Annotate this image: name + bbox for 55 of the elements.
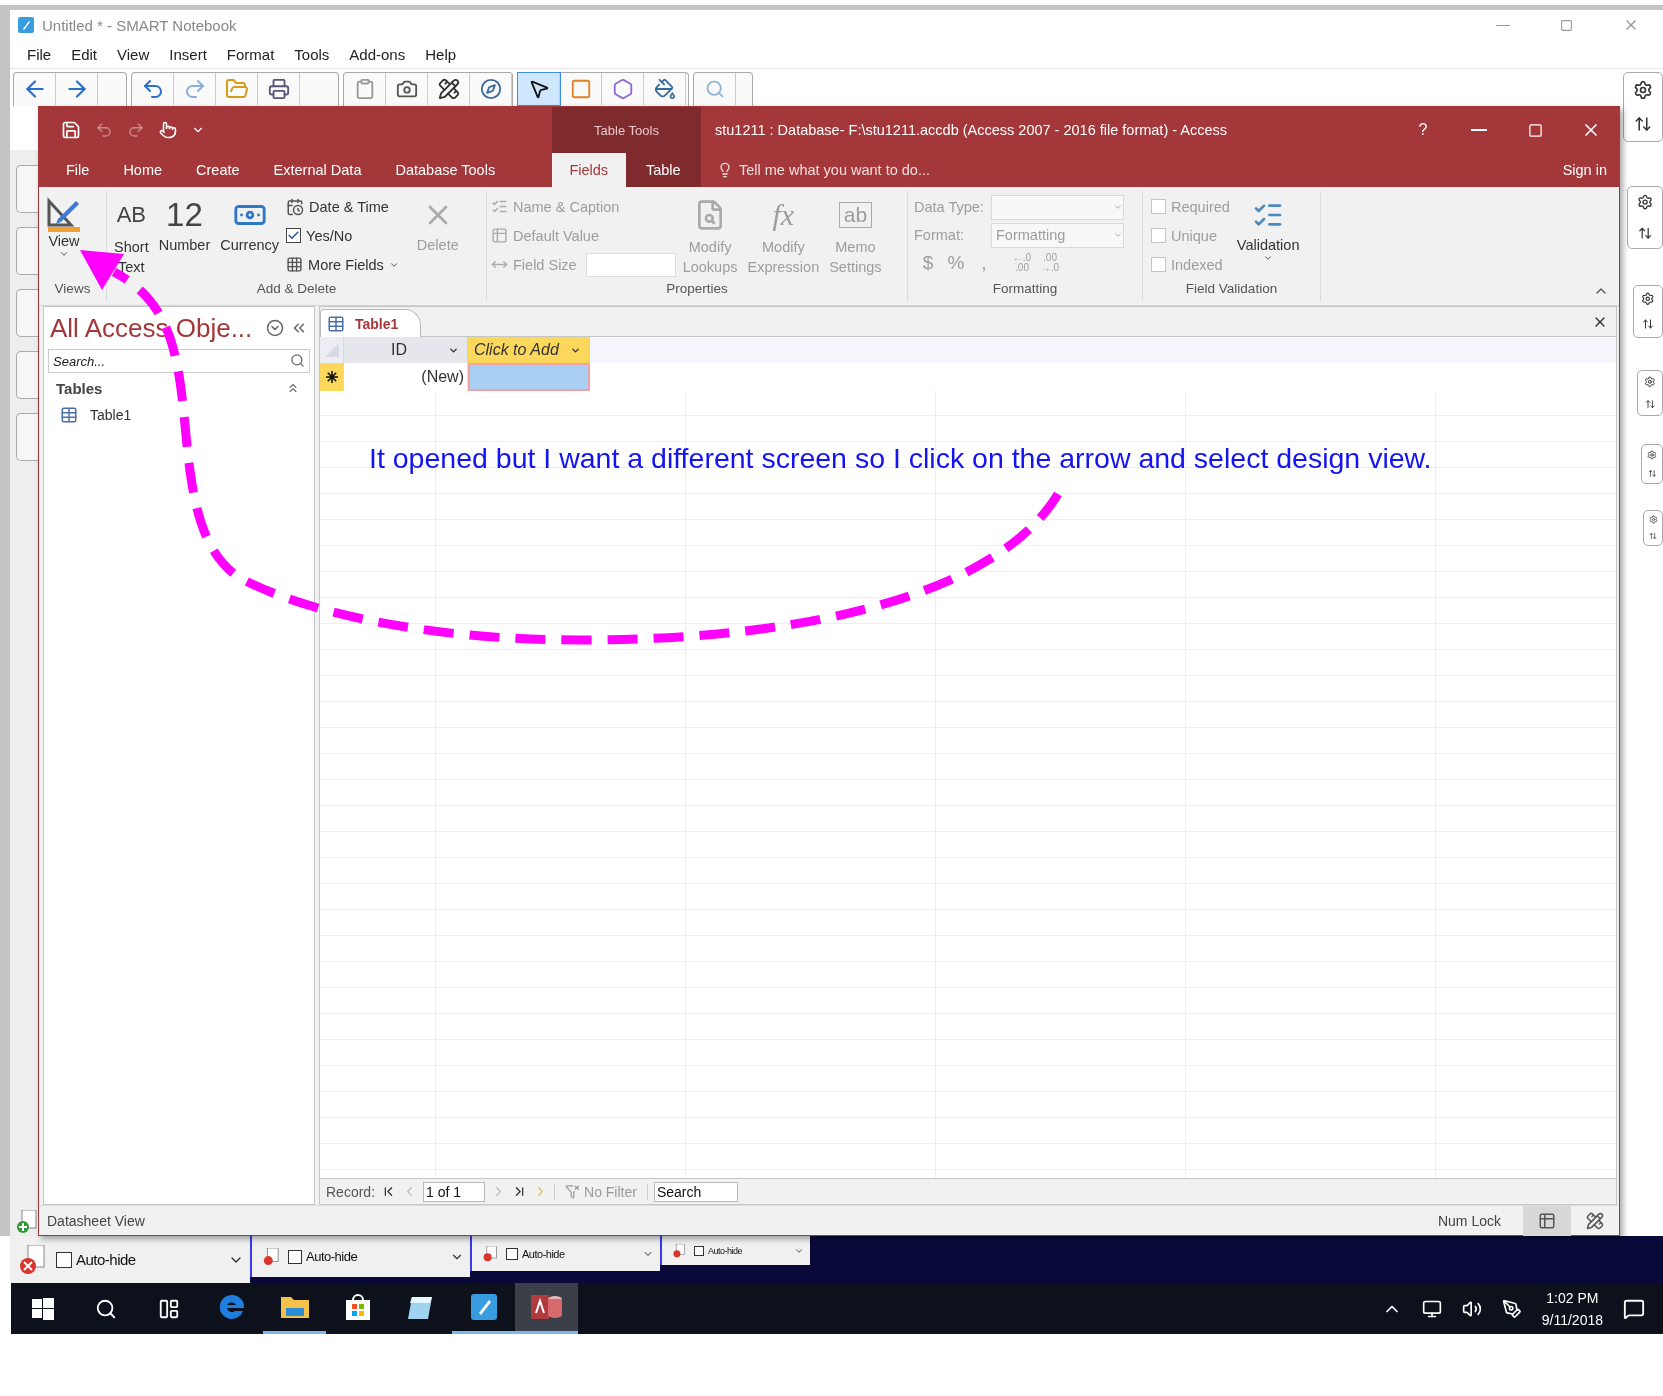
validation-button[interactable]: Validation bbox=[1233, 191, 1303, 281]
menu-item[interactable]: File bbox=[16, 45, 61, 63]
ribbon-tab[interactable]: Home bbox=[106, 153, 180, 187]
yes-no-button[interactable]: Yes/No bbox=[286, 222, 399, 249]
format-label: Format: bbox=[914, 227, 965, 243]
data-type-label: Data Type: bbox=[914, 199, 985, 215]
annotation-text: It opened but I want a different screen so I click on the arrow and select design view. bbox=[369, 442, 1432, 475]
search-field[interactable]: Search bbox=[653, 1181, 738, 1202]
window-title: Untitled * - SMART Notebook bbox=[42, 16, 237, 34]
more-fields-button[interactable]: More Fields bbox=[286, 251, 399, 278]
pane-title: All Access Obje... bbox=[50, 312, 254, 344]
window-title: stu1211 : Database- F:\stu1211.accdb (Access 2007 - 2016 file format) - Access bbox=[714, 121, 1229, 140]
nav-item[interactable]: Table1 bbox=[44, 403, 314, 427]
field-size-label: Field Size bbox=[513, 256, 577, 273]
column-header[interactable]: Click to Add bbox=[468, 337, 590, 363]
menu-item[interactable]: Tools bbox=[283, 45, 339, 63]
auto-hide-checkbox[interactable]: Auto-hide bbox=[694, 1245, 743, 1256]
ribbon-tab[interactable]: File bbox=[49, 153, 107, 187]
group-label: Properties bbox=[665, 281, 729, 298]
column-header[interactable]: ID bbox=[344, 337, 468, 363]
ribbon-tab[interactable]: Database Tools bbox=[378, 153, 513, 187]
group-label: Formatting bbox=[991, 281, 1059, 298]
auto-hide-checkbox[interactable]: Auto-hide bbox=[288, 1249, 358, 1264]
search-field[interactable]: Search... bbox=[48, 349, 310, 373]
ribbon-tab[interactable]: Create bbox=[179, 153, 257, 187]
menu-item[interactable]: View bbox=[106, 45, 159, 63]
tell-me-field[interactable]: Tell me what you want to do... bbox=[739, 162, 930, 178]
sign-in-link[interactable]: Sign in bbox=[1562, 153, 1619, 187]
short-text-button[interactable]: AB Short Text bbox=[111, 191, 152, 281]
num-lock-indicator: Num Lock bbox=[1437, 1212, 1501, 1229]
status-text: Datasheet View bbox=[47, 1212, 145, 1229]
currency-button[interactable]: Currency bbox=[217, 191, 283, 281]
document-tab[interactable]: Table1 bbox=[320, 309, 422, 337]
auto-hide-checkbox[interactable]: Auto-hide bbox=[56, 1251, 136, 1268]
menu-item[interactable]: Format bbox=[215, 45, 284, 63]
menu-item[interactable]: Insert bbox=[158, 45, 216, 63]
context-tab-label: Table Tools bbox=[552, 107, 701, 153]
record-input[interactable]: 1 of 1 bbox=[423, 1181, 486, 1202]
group-label: Add & Delete bbox=[255, 281, 338, 298]
number-button[interactable]: 12 Number bbox=[155, 191, 214, 281]
view-button[interactable]: View bbox=[43, 191, 85, 281]
ribbon-tab[interactable]: Table bbox=[625, 153, 701, 187]
group-label: Field Validation bbox=[1184, 281, 1279, 298]
record-label: Record: bbox=[326, 1183, 376, 1200]
menu-item[interactable]: Add-ons bbox=[338, 45, 415, 63]
ribbon-tab[interactable]: Fields bbox=[552, 153, 626, 187]
date-time-button[interactable]: Date & Time bbox=[286, 193, 399, 220]
clock[interactable]: 1:02 PM 9/11/2018 bbox=[1541, 1286, 1603, 1331]
ribbon-tab[interactable]: External Data bbox=[256, 153, 379, 187]
auto-hide-checkbox[interactable]: Auto-hide bbox=[506, 1247, 565, 1260]
help-button[interactable]: ? bbox=[1395, 107, 1451, 153]
menu-item[interactable]: Edit bbox=[60, 45, 107, 63]
group-header[interactable]: Tables bbox=[44, 373, 314, 403]
menu-item[interactable]: Help bbox=[414, 45, 466, 63]
group-label: Views bbox=[53, 281, 92, 298]
